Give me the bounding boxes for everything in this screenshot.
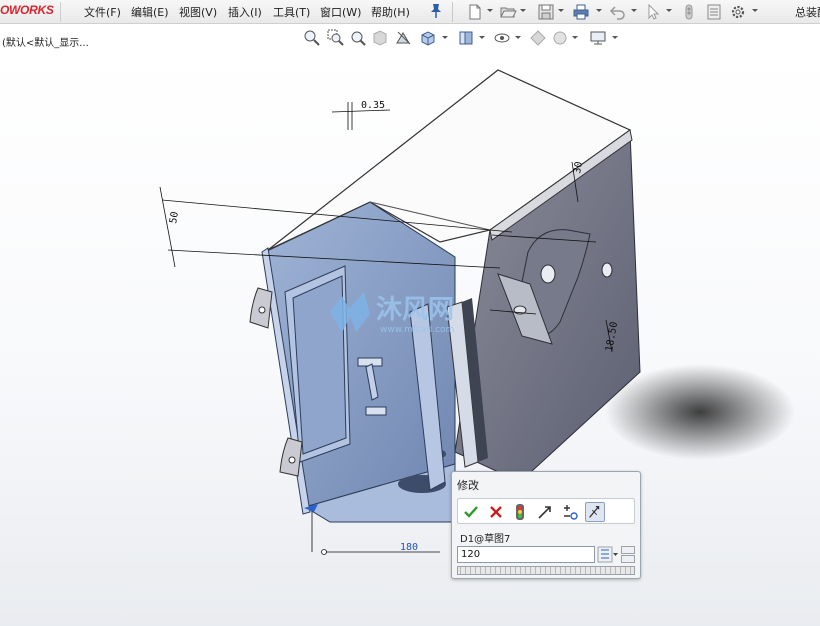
cancel-x-icon[interactable]: [486, 502, 506, 522]
dimension-30[interactable]: 30: [572, 161, 585, 175]
zoom-to-fit-icon[interactable]: [302, 28, 322, 48]
menu-insert[interactable]: 插入(I): [228, 4, 262, 20]
new-document-icon[interactable]: [466, 3, 484, 21]
apply-scene-icon[interactable]: [550, 28, 570, 48]
undo-icon[interactable]: [609, 3, 627, 21]
configuration-label: (默认<默认_显示...: [2, 38, 89, 49]
print-icon[interactable]: [572, 3, 590, 21]
dimension-name: D1@草图7: [460, 534, 511, 545]
previous-view-icon[interactable]: [348, 28, 368, 48]
print-dropdown[interactable]: [596, 9, 602, 12]
mark-for-drawing-icon[interactable]: [585, 502, 605, 522]
decrement-button[interactable]: [621, 555, 635, 563]
watermark-url: www.mfcad.com: [380, 325, 454, 335]
edit-appearance-icon[interactable]: [528, 28, 548, 48]
view-orientation-dropdown[interactable]: [442, 36, 448, 39]
increment-button[interactable]: [621, 546, 635, 554]
menu-file[interactable]: 文件(F): [84, 4, 121, 20]
reset-spin-increment-icon[interactable]: [560, 502, 580, 522]
display-style-dropdown[interactable]: [479, 36, 485, 39]
menu-window[interactable]: 窗口(W): [320, 4, 361, 20]
units-spin-icon[interactable]: [597, 546, 619, 563]
dimension-value-input[interactable]: [457, 546, 595, 563]
menu-help[interactable]: 帮助(H): [371, 4, 410, 20]
thumbwheel-slider[interactable]: [457, 566, 635, 575]
new-document-dropdown[interactable]: [487, 9, 493, 12]
select-cursor-icon[interactable]: [645, 3, 663, 21]
rebuild-icon[interactable]: [680, 3, 698, 21]
save-dropdown[interactable]: [558, 9, 564, 12]
graphics-area[interactable]: 0.35 50 30 18.50 180 沐风网 www.mfcad.com: [0, 52, 820, 626]
heads-up-view-toolbar: [298, 28, 628, 50]
display-style-icon[interactable]: [456, 28, 476, 48]
reverse-direction-icon[interactable]: [535, 502, 555, 522]
dimension-180[interactable]: 180: [400, 542, 418, 553]
modify-toolbar: [457, 498, 635, 524]
hide-show-items-icon[interactable]: [492, 28, 512, 48]
watermark-brand: 沐风网: [376, 295, 454, 325]
dimension-thickness[interactable]: 0.35: [361, 100, 385, 111]
pin-menu-icon[interactable]: [428, 2, 444, 20]
zoom-to-area-icon[interactable]: [326, 28, 346, 48]
hide-show-dropdown[interactable]: [515, 36, 521, 39]
options-gear-icon[interactable]: [729, 3, 747, 21]
view-settings-icon[interactable]: [588, 28, 608, 48]
ok-check-icon[interactable]: [461, 502, 481, 522]
menu-view[interactable]: 视图(V): [179, 4, 217, 20]
section-view-icon[interactable]: [370, 28, 390, 48]
open-dropdown[interactable]: [520, 9, 526, 12]
toolbar-separator: [452, 2, 453, 22]
dimension-height-50[interactable]: 50: [168, 211, 181, 225]
select-dropdown[interactable]: [666, 9, 672, 12]
dynamic-annotation-icon[interactable]: [394, 28, 414, 48]
file-properties-icon[interactable]: [705, 3, 723, 21]
view-orientation-icon[interactable]: [418, 28, 438, 48]
dialog-title: 修改: [457, 479, 479, 492]
rebuild-traffic-light-icon[interactable]: [510, 502, 530, 522]
apply-scene-dropdown[interactable]: [572, 36, 578, 39]
menu-separator: [60, 2, 61, 22]
view-settings-dropdown[interactable]: [612, 36, 618, 39]
save-icon[interactable]: [537, 3, 555, 21]
menu-edit[interactable]: 编辑(E): [131, 4, 169, 20]
open-folder-icon[interactable]: [499, 3, 517, 21]
modify-dimension-dialog[interactable]: 修改 D1@草图7: [451, 471, 641, 579]
app-brand-logo: OWORKS: [0, 3, 54, 17]
menu-bar: OWORKS 文件(F) 编辑(E) 视图(V) 插入(I) 工具(T) 窗口(…: [0, 0, 820, 24]
document-title: 总装配: [795, 6, 820, 19]
undo-dropdown[interactable]: [631, 9, 637, 12]
options-dropdown[interactable]: [752, 9, 758, 12]
menu-tools[interactable]: 工具(T): [273, 4, 310, 20]
